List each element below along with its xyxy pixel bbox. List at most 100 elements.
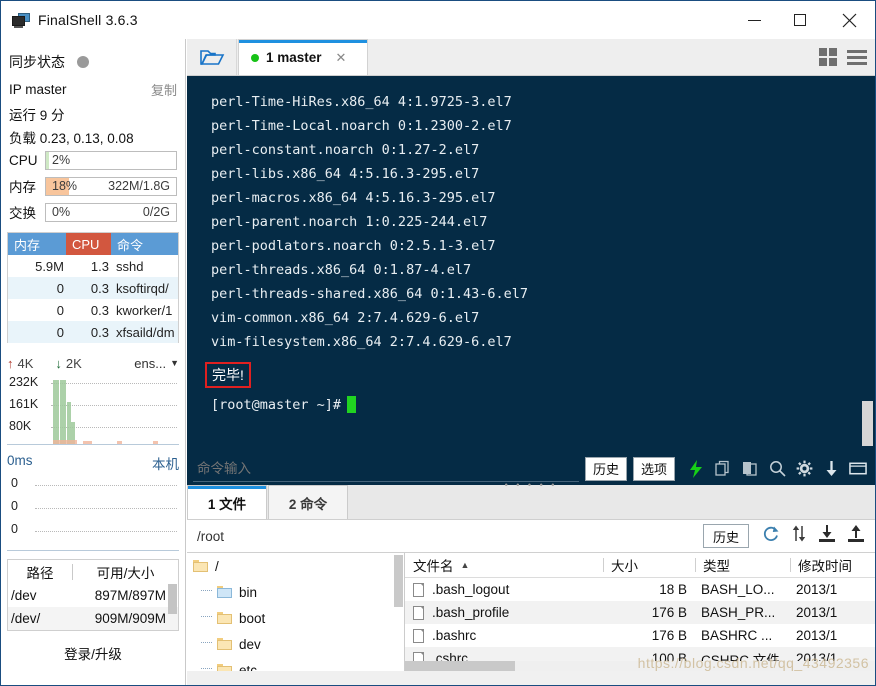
tree-item-label: dev: [239, 636, 261, 652]
file-list: 文件名 ▲ 大小 类型 修改时间 .bash_logout 18 B BASH_…: [405, 553, 875, 671]
main-area: 1 master ✕ perl-Time-HiRes.x86_64 4:1.97…: [187, 39, 875, 685]
disk-header-usage[interactable]: 可用/大小: [73, 562, 178, 582]
terminal-scrollbar[interactable]: [862, 401, 873, 446]
table-row[interactable]: /dev/ 909M/909M: [8, 607, 178, 630]
transfer-icon[interactable]: [791, 524, 807, 548]
close-button[interactable]: [823, 1, 875, 39]
terminal-line: vim-filesystem.x86_64 2:7.4.629-6.el7: [211, 334, 512, 350]
connected-status-dot-icon: [251, 53, 259, 62]
tab-strip-actions: [819, 39, 875, 75]
download-arrow-icon: ↓: [55, 355, 62, 371]
open-folder-icon[interactable]: [187, 39, 237, 75]
memory-meter-extra: 322M/1.8G: [108, 179, 170, 193]
swap-meter: 0% 0/2G: [45, 202, 177, 222]
monitor-icon: [12, 12, 30, 28]
process-command: ksoftirqd/: [116, 280, 169, 296]
tree-scrollbar[interactable]: [394, 555, 403, 607]
table-row[interactable]: .bash_profile 176 B BASH_PR... 2013/1: [405, 601, 875, 624]
process-header-memory[interactable]: 内存: [8, 233, 66, 255]
process-header-cpu[interactable]: CPU: [66, 233, 111, 255]
tree-item-label: bin: [239, 584, 258, 600]
search-icon[interactable]: [768, 460, 786, 478]
file-mtime: 2013/1: [796, 582, 838, 597]
process-table-header: 内存 CPU 命令: [8, 233, 178, 255]
tab-label: 1 文件: [207, 496, 247, 512]
terminal-line: perl-libs.x86_64 4:5.16.3-295.el7: [211, 166, 480, 182]
disk-header-path[interactable]: 路径: [8, 562, 72, 582]
upload-icon[interactable]: [847, 524, 865, 548]
table-row[interactable]: .bash_logout 18 B BASH_LO... 2013/1: [405, 578, 875, 601]
column-header-mtime[interactable]: 修改时间: [790, 555, 875, 575]
file-size: 176 B: [651, 605, 687, 620]
disk-scrollbar[interactable]: [168, 584, 177, 614]
process-memory: 0: [56, 302, 64, 318]
minimize-button[interactable]: [731, 1, 777, 39]
process-header-command[interactable]: 命令: [111, 233, 178, 255]
command-history-button[interactable]: 历史: [585, 456, 627, 481]
ping-y-label: 0: [11, 522, 18, 536]
terminal-line: perl-constant.noarch 0:1.27-2.el7: [211, 142, 480, 158]
tree-item-bin[interactable]: bin: [187, 579, 404, 605]
command-toolbar: [687, 459, 867, 478]
network-header: ↑ 4K ↓ 2K ens... ▼: [7, 353, 179, 373]
folder-icon: [193, 560, 208, 572]
path-history-button[interactable]: 历史: [702, 524, 749, 548]
shell-prompt: [root@master ~]#: [211, 396, 342, 413]
terminal-line: perl-podlators.noarch 0:2.5.1-3.el7: [211, 238, 496, 254]
server-info-sidebar: 同步状态 IP master 复制 运行 9 分 负载 0.23, 0.13, …: [1, 39, 186, 685]
highlight-annotation: 完毕!: [205, 362, 251, 388]
table-row[interactable]: 0 0.3 ksoftirqd/: [8, 277, 178, 299]
tree-item-root[interactable]: /: [187, 553, 404, 579]
network-y-label: 161K: [9, 397, 39, 411]
ping-header: 0ms 本机: [7, 453, 179, 473]
splitter-handle[interactable]: • • • • •: [505, 480, 558, 490]
close-icon[interactable]: ✕: [336, 50, 347, 66]
window-controls: [731, 1, 875, 39]
file-mtime: 2013/1: [796, 605, 838, 620]
ping-latency: 0ms: [7, 453, 33, 468]
download-rate: 2K: [65, 355, 82, 371]
download-arrow-icon[interactable]: [822, 460, 840, 478]
tree-item-dev[interactable]: dev: [187, 631, 404, 657]
window-icon[interactable]: [849, 460, 867, 478]
list-view-icon[interactable]: [847, 49, 867, 65]
file-list-horizontal-scrollbar[interactable]: [405, 661, 875, 671]
cpu-meter-percent: 2%: [52, 153, 71, 167]
terminal-prompt-line: [root@master ~]#: [211, 396, 875, 413]
column-header-type[interactable]: 类型: [695, 555, 790, 575]
column-header-filename[interactable]: 文件名 ▲: [405, 555, 603, 575]
interface-selector[interactable]: ens... ▼: [134, 356, 179, 371]
gray-dot-icon: [77, 56, 89, 68]
tree-item-boot[interactable]: boot: [187, 605, 404, 631]
table-row[interactable]: 0 0.3 kworker/1: [8, 299, 178, 321]
copy-icon[interactable]: [714, 460, 732, 478]
table-row[interactable]: 5.9M 1.3 sshd: [8, 255, 178, 277]
copy-button[interactable]: 复制: [151, 80, 177, 99]
refresh-icon[interactable]: [761, 524, 780, 548]
directory-tree[interactable]: / bin boot dev etc: [187, 553, 405, 671]
terminal-output[interactable]: perl-Time-HiRes.x86_64 4:1.9725-3.el7 pe…: [187, 76, 875, 452]
paste-icon[interactable]: [741, 460, 759, 478]
ping-y-label: 0: [11, 499, 18, 513]
tab-master[interactable]: 1 master ✕: [238, 39, 368, 75]
login-upgrade-link[interactable]: 登录/升级: [1, 643, 185, 663]
table-row[interactable]: /dev 897M/897M: [8, 584, 178, 607]
tab-files[interactable]: 1 文件: [187, 485, 267, 519]
column-header-size[interactable]: 大小: [603, 555, 695, 575]
command-input[interactable]: [193, 455, 579, 482]
network-y-label: 232K: [9, 375, 39, 389]
tab-commands[interactable]: 2 命令: [268, 485, 348, 519]
current-path[interactable]: /root: [197, 529, 703, 544]
command-options-button[interactable]: 选项: [633, 456, 675, 481]
grid-view-icon[interactable]: [819, 48, 837, 66]
table-row[interactable]: .bashrc 176 B BASHRC ... 2013/1: [405, 624, 875, 647]
download-icon[interactable]: [818, 524, 836, 548]
table-row[interactable]: 0 0.3 xfsaild/dm: [8, 321, 178, 343]
process-memory: 5.9M: [35, 258, 64, 274]
lightning-icon[interactable]: [687, 459, 705, 478]
gear-icon[interactable]: [795, 460, 813, 478]
tree-item-etc[interactable]: etc: [187, 657, 404, 671]
process-memory: 0: [56, 324, 64, 340]
ping-target[interactable]: 本机: [152, 453, 179, 473]
maximize-button[interactable]: [777, 1, 823, 39]
